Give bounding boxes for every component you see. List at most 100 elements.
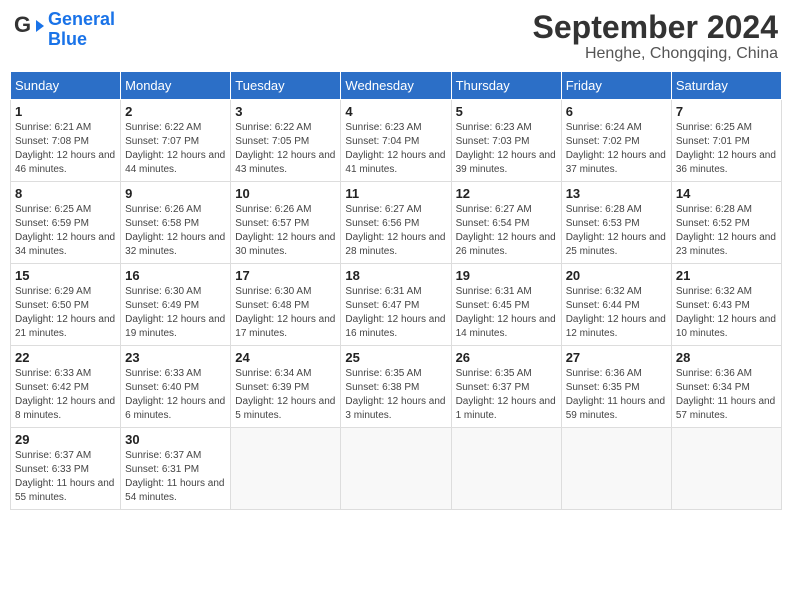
page-header: G General Blue September 2024 Henghe, Ch… — [10, 10, 782, 63]
day-number: 4 — [345, 104, 446, 119]
day-number: 24 — [235, 350, 336, 365]
day-number: 3 — [235, 104, 336, 119]
day-number: 5 — [456, 104, 557, 119]
day-detail: Sunrise: 6:30 AM Sunset: 6:48 PM Dayligh… — [235, 285, 336, 341]
day-detail: Sunrise: 6:23 AM Sunset: 7:04 PM Dayligh… — [345, 121, 446, 177]
day-detail: Sunrise: 6:34 AM Sunset: 6:39 PM Dayligh… — [235, 367, 336, 423]
calendar-cell — [341, 428, 451, 510]
calendar-cell: 9 Sunrise: 6:26 AM Sunset: 6:58 PM Daylig… — [121, 182, 231, 264]
day-detail: Sunrise: 6:26 AM Sunset: 6:58 PM Dayligh… — [125, 203, 226, 259]
day-number: 21 — [676, 268, 777, 283]
calendar-cell — [231, 428, 341, 510]
day-detail: Sunrise: 6:32 AM Sunset: 6:43 PM Dayligh… — [676, 285, 777, 341]
weekday-header-sunday: Sunday — [11, 72, 121, 100]
day-number: 8 — [15, 186, 116, 201]
calendar-cell: 16 Sunrise: 6:30 AM Sunset: 6:49 PM Dayli… — [121, 264, 231, 346]
weekday-header-thursday: Thursday — [451, 72, 561, 100]
day-number: 22 — [15, 350, 116, 365]
calendar-cell: 14 Sunrise: 6:28 AM Sunset: 6:52 PM Dayli… — [671, 182, 781, 264]
day-number: 10 — [235, 186, 336, 201]
calendar-cell: 3 Sunrise: 6:22 AM Sunset: 7:05 PM Daylig… — [231, 100, 341, 182]
day-detail: Sunrise: 6:30 AM Sunset: 6:49 PM Dayligh… — [125, 285, 226, 341]
calendar-cell — [451, 428, 561, 510]
day-detail: Sunrise: 6:26 AM Sunset: 6:57 PM Dayligh… — [235, 203, 336, 259]
calendar-cell — [561, 428, 671, 510]
weekday-header-saturday: Saturday — [671, 72, 781, 100]
day-number: 1 — [15, 104, 116, 119]
weekday-header-tuesday: Tuesday — [231, 72, 341, 100]
calendar-cell: 13 Sunrise: 6:28 AM Sunset: 6:53 PM Dayli… — [561, 182, 671, 264]
calendar-cell: 10 Sunrise: 6:26 AM Sunset: 6:57 PM Dayli… — [231, 182, 341, 264]
weekday-header-friday: Friday — [561, 72, 671, 100]
day-number: 20 — [566, 268, 667, 283]
day-number: 29 — [15, 432, 116, 447]
day-detail: Sunrise: 6:22 AM Sunset: 7:07 PM Dayligh… — [125, 121, 226, 177]
day-detail: Sunrise: 6:27 AM Sunset: 6:54 PM Dayligh… — [456, 203, 557, 259]
day-number: 18 — [345, 268, 446, 283]
calendar-cell: 11 Sunrise: 6:27 AM Sunset: 6:56 PM Dayli… — [341, 182, 451, 264]
logo-text2: Blue — [48, 30, 115, 50]
day-detail: Sunrise: 6:36 AM Sunset: 6:34 PM Dayligh… — [676, 367, 777, 423]
logo: G General Blue — [14, 10, 115, 50]
day-detail: Sunrise: 6:37 AM Sunset: 6:31 PM Dayligh… — [125, 449, 226, 505]
logo-icon: G — [14, 12, 44, 42]
day-number: 2 — [125, 104, 226, 119]
calendar-cell: 22 Sunrise: 6:33 AM Sunset: 6:42 PM Dayli… — [11, 346, 121, 428]
calendar-cell: 17Sunrise: 6:30 AM Sunset: 6:48 PM Dayli… — [231, 264, 341, 346]
day-detail: Sunrise: 6:28 AM Sunset: 6:52 PM Dayligh… — [676, 203, 777, 259]
calendar-cell: 15Sunrise: 6:29 AM Sunset: 6:50 PM Dayli… — [11, 264, 121, 346]
day-detail: Sunrise: 6:37 AM Sunset: 6:33 PM Dayligh… — [15, 449, 116, 505]
calendar-cell: 6 Sunrise: 6:24 AM Sunset: 7:02 PM Daylig… — [561, 100, 671, 182]
day-number: 25 — [345, 350, 446, 365]
day-detail: Sunrise: 6:21 AM Sunset: 7:08 PM Dayligh… — [15, 121, 116, 177]
day-number: 27 — [566, 350, 667, 365]
calendar-cell: 30 Sunrise: 6:37 AM Sunset: 6:31 PM Dayli… — [121, 428, 231, 510]
day-detail: Sunrise: 6:27 AM Sunset: 6:56 PM Dayligh… — [345, 203, 446, 259]
day-number: 16 — [125, 268, 226, 283]
day-number: 28 — [676, 350, 777, 365]
day-detail: Sunrise: 6:35 AM Sunset: 6:38 PM Dayligh… — [345, 367, 446, 423]
day-detail: Sunrise: 6:35 AM Sunset: 6:37 PM Dayligh… — [456, 367, 557, 423]
title-block: September 2024 Henghe, Chongqing, China — [533, 10, 778, 63]
day-number: 13 — [566, 186, 667, 201]
calendar-cell: 27Sunrise: 6:36 AM Sunset: 6:35 PM Dayli… — [561, 346, 671, 428]
calendar-cell: 28 Sunrise: 6:36 AM Sunset: 6:34 PM Dayli… — [671, 346, 781, 428]
calendar-table: SundayMondayTuesdayWednesdayThursdayFrid… — [10, 71, 782, 510]
day-number: 19 — [456, 268, 557, 283]
day-detail: Sunrise: 6:23 AM Sunset: 7:03 PM Dayligh… — [456, 121, 557, 177]
day-number: 9 — [125, 186, 226, 201]
day-detail: Sunrise: 6:25 AM Sunset: 6:59 PM Dayligh… — [15, 203, 116, 259]
day-detail: Sunrise: 6:31 AM Sunset: 6:45 PM Dayligh… — [456, 285, 557, 341]
day-number: 6 — [566, 104, 667, 119]
calendar-cell: 19 Sunrise: 6:31 AM Sunset: 6:45 PM Dayli… — [451, 264, 561, 346]
day-number: 12 — [456, 186, 557, 201]
calendar-cell: 21 Sunrise: 6:32 AM Sunset: 6:43 PM Dayli… — [671, 264, 781, 346]
day-number: 14 — [676, 186, 777, 201]
calendar-cell: 18 Sunrise: 6:31 AM Sunset: 6:47 PM Dayli… — [341, 264, 451, 346]
day-detail: Sunrise: 6:29 AM Sunset: 6:50 PM Dayligh… — [15, 285, 116, 341]
calendar-cell: 25 Sunrise: 6:35 AM Sunset: 6:38 PM Dayli… — [341, 346, 451, 428]
calendar-cell: 26 Sunrise: 6:35 AM Sunset: 6:37 PM Dayli… — [451, 346, 561, 428]
calendar-cell: 29 Sunrise: 6:37 AM Sunset: 6:33 PM Dayli… — [11, 428, 121, 510]
logo-text: General — [48, 10, 115, 30]
day-number: 11 — [345, 186, 446, 201]
calendar-cell — [671, 428, 781, 510]
day-number: 30 — [125, 432, 226, 447]
day-detail: Sunrise: 6:22 AM Sunset: 7:05 PM Dayligh… — [235, 121, 336, 177]
day-detail: Sunrise: 6:33 AM Sunset: 6:42 PM Dayligh… — [15, 367, 116, 423]
calendar-cell: 1 Sunrise: 6:21 AM Sunset: 7:08 PM Daylig… — [11, 100, 121, 182]
day-detail: Sunrise: 6:25 AM Sunset: 7:01 PM Dayligh… — [676, 121, 777, 177]
day-detail: Sunrise: 6:24 AM Sunset: 7:02 PM Dayligh… — [566, 121, 667, 177]
calendar-cell: 24 Sunrise: 6:34 AM Sunset: 6:39 PM Dayli… — [231, 346, 341, 428]
calendar-cell: 8 Sunrise: 6:25 AM Sunset: 6:59 PM Daylig… — [11, 182, 121, 264]
svg-text:G: G — [14, 12, 31, 37]
calendar-cell: 2 Sunrise: 6:22 AM Sunset: 7:07 PM Daylig… — [121, 100, 231, 182]
day-detail: Sunrise: 6:33 AM Sunset: 6:40 PM Dayligh… — [125, 367, 226, 423]
day-number: 26 — [456, 350, 557, 365]
day-number: 7 — [676, 104, 777, 119]
calendar-cell: 4 Sunrise: 6:23 AM Sunset: 7:04 PM Daylig… — [341, 100, 451, 182]
weekday-header-wednesday: Wednesday — [341, 72, 451, 100]
day-detail: Sunrise: 6:31 AM Sunset: 6:47 PM Dayligh… — [345, 285, 446, 341]
calendar-cell: 20Sunrise: 6:32 AM Sunset: 6:44 PM Dayli… — [561, 264, 671, 346]
day-detail: Sunrise: 6:28 AM Sunset: 6:53 PM Dayligh… — [566, 203, 667, 259]
